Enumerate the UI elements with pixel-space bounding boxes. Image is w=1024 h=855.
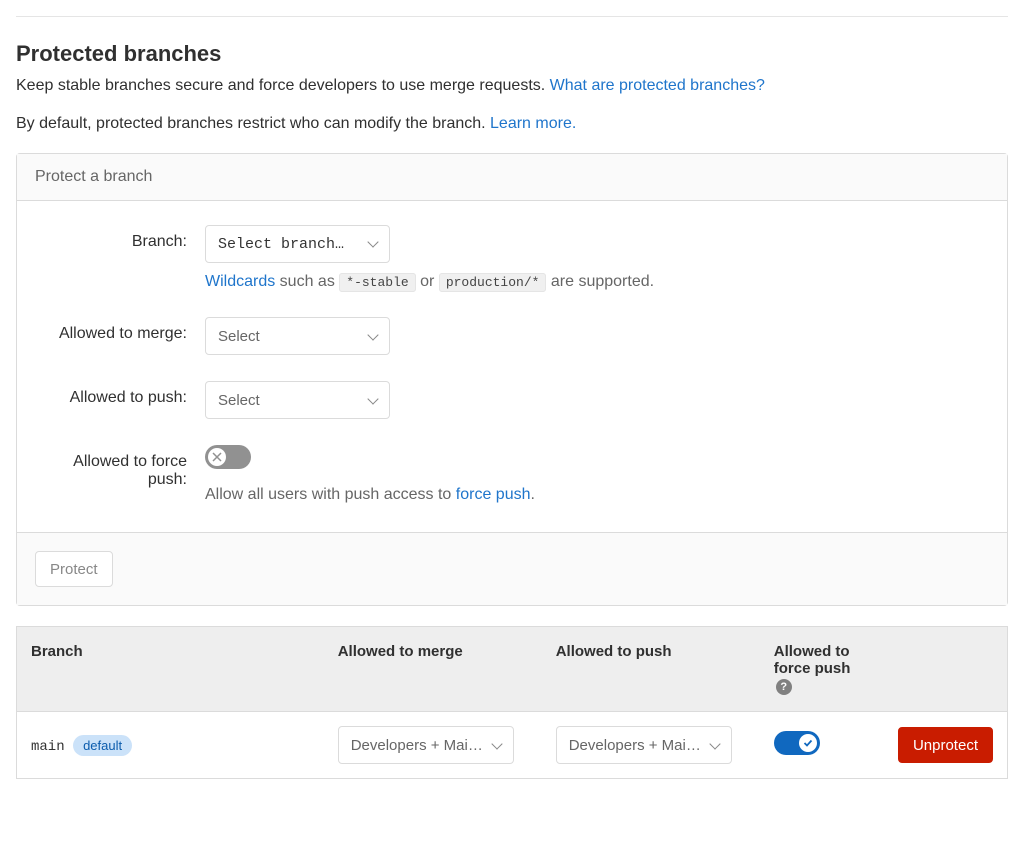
th-actions: [879, 627, 1008, 712]
force-push-link[interactable]: force push: [456, 486, 531, 503]
toggle-knob: [208, 448, 226, 466]
hint-code-1: *-stable: [339, 273, 415, 292]
protect-button[interactable]: Protect: [35, 551, 113, 587]
allowed-push-select-text: Select: [218, 392, 260, 409]
row-merge-select[interactable]: Developers + Mai…: [338, 726, 514, 764]
th-allowed-force-push: Allowed to force push ?: [760, 627, 879, 712]
allowed-force-push-row: Allowed to force push: Allow all users w…: [35, 445, 989, 504]
chevron-down-icon: [493, 737, 501, 754]
row-push-text: Developers + Mai…: [569, 737, 701, 754]
wildcards-link[interactable]: Wildcards: [205, 273, 275, 290]
allowed-push-label: Allowed to push:: [35, 381, 205, 407]
force-push-text-pre: Allow all users with push access to: [205, 486, 456, 503]
allowed-push-select[interactable]: Select: [205, 381, 390, 419]
force-push-text-post: .: [531, 486, 535, 503]
hint-mid2: or: [416, 273, 439, 290]
card-header: Protect a branch: [17, 154, 1007, 201]
branch-name: main: [31, 739, 65, 755]
intro-1-text: Keep stable branches secure and force de…: [16, 77, 550, 94]
force-push-toggle[interactable]: [205, 445, 251, 469]
hint-mid1: such as: [275, 273, 339, 290]
what-are-protected-branches-link[interactable]: What are protected branches?: [550, 77, 765, 94]
branch-select-text: Select branch…: [218, 236, 344, 253]
cell-merge: Developers + Mai…: [324, 712, 542, 779]
allowed-force-push-label: Allowed to force push:: [35, 445, 205, 489]
hint-code-2: production/*: [439, 273, 547, 292]
allowed-merge-select[interactable]: Select: [205, 317, 390, 355]
protected-branches-table: Branch Allowed to merge Allowed to push …: [16, 626, 1008, 779]
chevron-down-icon: [369, 236, 377, 253]
help-icon[interactable]: ?: [776, 679, 792, 695]
th-force-push-text: Allowed to force push: [774, 643, 851, 677]
cell-actions: Unprotect: [879, 712, 1008, 779]
section-title: Protected branches: [16, 41, 1008, 67]
branch-hint: Wildcards such as *-stable or production…: [205, 273, 989, 291]
row-push-select[interactable]: Developers + Mai…: [556, 726, 732, 764]
default-badge: default: [73, 735, 132, 756]
allowed-merge-select-text: Select: [218, 328, 260, 345]
close-icon: [212, 452, 222, 462]
allowed-merge-row: Allowed to merge: Select: [35, 317, 989, 355]
learn-more-link[interactable]: Learn more.: [490, 115, 576, 132]
section-divider: [16, 16, 1008, 17]
toggle-knob: [799, 734, 817, 752]
th-branch: Branch: [17, 627, 324, 712]
th-allowed-merge: Allowed to merge: [324, 627, 542, 712]
cell-branch: main default: [17, 712, 324, 779]
branch-label: Branch:: [35, 225, 205, 251]
table-row: main default Developers + Mai… Developer…: [17, 712, 1008, 779]
intro-line-1: Keep stable branches secure and force de…: [16, 77, 1008, 95]
force-push-hint: Allow all users with push access to forc…: [205, 486, 989, 504]
intro-2-text: By default, protected branches restrict …: [16, 115, 490, 132]
chevron-down-icon: [711, 737, 719, 754]
cell-force-push: [760, 712, 879, 779]
branch-row: Branch: Select branch… Wildcards such as…: [35, 225, 989, 291]
row-force-push-toggle[interactable]: [774, 731, 820, 755]
hint-end: are supported.: [546, 273, 654, 290]
chevron-down-icon: [369, 392, 377, 409]
cell-push: Developers + Mai…: [542, 712, 760, 779]
allowed-merge-label: Allowed to merge:: [35, 317, 205, 343]
card-footer: Protect: [17, 532, 1007, 605]
th-allowed-push: Allowed to push: [542, 627, 760, 712]
protect-branch-card: Protect a branch Branch: Select branch… …: [16, 153, 1008, 606]
row-merge-text: Developers + Mai…: [351, 737, 483, 754]
allowed-push-row: Allowed to push: Select: [35, 381, 989, 419]
chevron-down-icon: [369, 328, 377, 345]
unprotect-button[interactable]: Unprotect: [898, 727, 993, 763]
card-body: Branch: Select branch… Wildcards such as…: [17, 201, 1007, 532]
check-icon: [803, 738, 813, 748]
intro-line-2: By default, protected branches restrict …: [16, 115, 1008, 133]
branch-select[interactable]: Select branch…: [205, 225, 390, 263]
